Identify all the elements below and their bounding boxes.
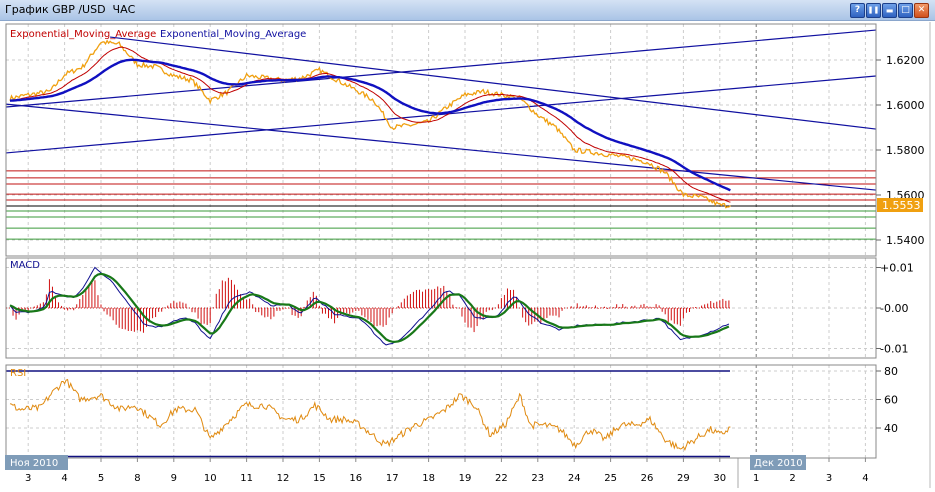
x-tick-label: 4 [61,473,67,484]
y-tick-label: 1.5800 [886,144,925,157]
current-price-label: 1.5553 [882,199,921,212]
x-tick-label: 26 [641,473,654,484]
price-line [9,39,731,209]
legend-ema-slow: Exponential_Moving_Average [160,29,306,40]
x-tick-label: 5 [98,473,104,484]
y-tick-label: +0.01 [880,262,914,275]
y-tick-label: -0.01 [880,343,908,356]
x-tick-label: 19 [459,473,472,484]
month-label-nov: Ноя 2010 [10,458,58,469]
x-tick-label: 12 [277,473,290,484]
x-tick-label: 4 [862,473,868,484]
x-tick-label: 17 [386,473,399,484]
rsi-title: RSI [10,368,26,379]
x-tick-label: 24 [568,473,581,484]
x-tick-label: 9 [171,473,177,484]
y-tick-label: 1.6000 [886,99,925,112]
x-tick-label: 11 [240,473,253,484]
x-tick-label: 18 [422,473,435,484]
x-tick-label: 30 [713,473,726,484]
trend-line [6,103,876,191]
x-tick-label: 2 [789,473,795,484]
y-tick-label: -0.00 [880,302,908,315]
macd-title: MACD [10,260,40,271]
y-tick-label: 1.5400 [886,234,925,247]
x-tick-label: 8 [134,473,140,484]
macd-line [9,266,730,346]
x-tick-label: 29 [677,473,690,484]
x-tick-label: 15 [313,473,326,484]
x-tick-label: 16 [349,473,362,484]
x-tick-label: 23 [531,473,544,484]
month-label-dec: Дек 2010 [754,458,803,469]
x-tick-label: 1 [753,473,759,484]
rsi-line [9,378,731,451]
y-tick-label: 80 [884,365,898,378]
x-tick-label: 25 [604,473,617,484]
x-tick-label: 3 [826,473,832,484]
y-tick-label: 1.6200 [886,54,925,67]
y-tick-label: 40 [884,422,898,435]
legend-ema-fast: Exponential_Moving_Average [10,29,156,40]
x-tick-label: 3 [25,473,31,484]
chart-canvas[interactable]: Exponential_Moving_Average Exponential_M… [0,0,935,492]
x-tick-label: 22 [495,473,508,484]
x-tick-label: 10 [204,473,217,484]
trend-line [6,29,876,108]
ema-fast-line [9,46,731,203]
y-tick-label: 60 [884,394,898,407]
